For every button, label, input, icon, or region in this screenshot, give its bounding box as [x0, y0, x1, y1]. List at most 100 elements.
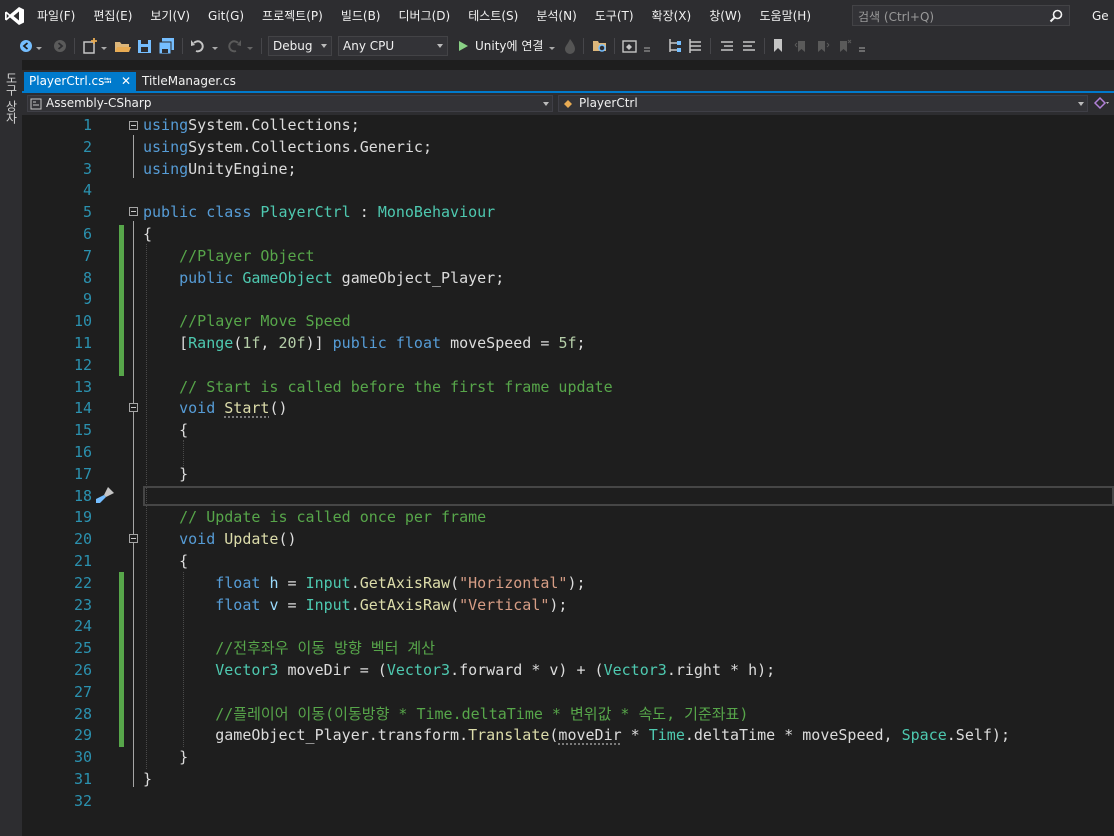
- find-in-files-icon[interactable]: [592, 37, 608, 55]
- redo-icon[interactable]: [226, 37, 242, 55]
- code-line[interactable]: 21 {: [0, 550, 1114, 572]
- dropdown-arrow-icon[interactable]: [212, 37, 218, 55]
- attach-unity-button[interactable]: Unity에 연결: [475, 32, 543, 60]
- play-icon[interactable]: [457, 37, 469, 55]
- dropdown-arrow-icon[interactable]: [247, 37, 253, 55]
- save-icon[interactable]: [137, 37, 153, 55]
- code-line[interactable]: 14 void Start(): [0, 397, 1114, 419]
- code-token: );: [549, 596, 568, 614]
- menu-item[interactable]: 테스트(S): [459, 0, 527, 32]
- new-project-icon[interactable]: [82, 37, 98, 55]
- code-line[interactable]: 10 //Player Move Speed: [0, 310, 1114, 332]
- line-code: //전후좌우 이동 방향 벡터 계산: [143, 637, 435, 659]
- type-select[interactable]: PlayerCtrl: [558, 95, 1088, 112]
- code-line[interactable]: 29 gameObject_Player.transform.Translate…: [0, 724, 1114, 746]
- comment-lines-icon[interactable]: [720, 37, 734, 55]
- code-line[interactable]: 2 usingSystem.Collections.Generic;: [0, 136, 1114, 158]
- code-token: .right * h);: [666, 661, 776, 679]
- code-line[interactable]: 26 Vector3 moveDir = (Vector3.forward * …: [0, 659, 1114, 681]
- code-token: Translate: [468, 726, 550, 744]
- menu-item[interactable]: 편집(E): [84, 0, 141, 32]
- solution-configuration-select[interactable]: Debug: [268, 36, 332, 56]
- menu-item[interactable]: 도구(T): [586, 0, 643, 32]
- code-line[interactable]: 3 usingUnityEngine;: [0, 158, 1114, 180]
- code-token: // Start is called before the first fram…: [179, 378, 613, 396]
- code-line[interactable]: 8 public GameObject gameObject_Player;: [0, 267, 1114, 289]
- clear-bookmarks-icon[interactable]: [838, 37, 852, 55]
- code-line[interactable]: 18: [0, 485, 1114, 507]
- code-line[interactable]: 32: [0, 790, 1114, 812]
- project-select[interactable]: Assembly-CSharp: [27, 95, 553, 112]
- code-line[interactable]: 20 void Update(): [0, 528, 1114, 550]
- code-line[interactable]: 12: [0, 354, 1114, 376]
- menu-item[interactable]: 창(W): [700, 0, 750, 32]
- code-line[interactable]: 4: [0, 179, 1114, 201]
- code-line[interactable]: 1 usingSystem.Collections;: [0, 114, 1114, 136]
- back-icon[interactable]: [18, 37, 34, 55]
- previous-bookmark-icon[interactable]: [794, 37, 808, 55]
- code-line[interactable]: 30 }: [0, 746, 1114, 768]
- class-view-icon[interactable]: [688, 37, 704, 55]
- menu-item[interactable]: 파일(F): [28, 0, 84, 32]
- bookmark-icon[interactable]: [772, 37, 784, 55]
- code-line[interactable]: 6{: [0, 223, 1114, 245]
- menu-item[interactable]: Git(G): [199, 0, 253, 32]
- uncomment-lines-icon[interactable]: [742, 37, 756, 55]
- code-line[interactable]: 27: [0, 681, 1114, 703]
- solution-platform-select[interactable]: Any CPU: [338, 36, 448, 56]
- code-line[interactable]: 11 [Range(1f, 20f)] public float moveSpe…: [0, 332, 1114, 354]
- next-bookmark-icon[interactable]: [816, 37, 830, 55]
- close-icon[interactable]: ✕: [121, 72, 131, 91]
- code-line[interactable]: 31}: [0, 768, 1114, 790]
- tab-playerctrl[interactable]: PlayerCtrl.cs ⭾ ✕: [24, 72, 136, 91]
- dropdown-arrow-icon[interactable]: [643, 37, 651, 55]
- search-input[interactable]: 검색 (Ctrl+Q): [852, 5, 1070, 26]
- step-into-icon[interactable]: [667, 37, 683, 55]
- code-line[interactable]: 19 // Update is called once per frame: [0, 506, 1114, 528]
- pin-icon[interactable]: ⭾: [104, 72, 112, 91]
- solution-explorer-icon[interactable]: [622, 37, 638, 55]
- menu-item[interactable]: 프로젝트(P): [253, 0, 332, 32]
- collapse-toggle-icon[interactable]: [129, 403, 138, 412]
- tab-titlemanager[interactable]: TitleManager.cs: [138, 72, 240, 91]
- code-line[interactable]: 17 }: [0, 463, 1114, 485]
- member-select-icon[interactable]: [1093, 96, 1109, 110]
- code-line[interactable]: 16: [0, 441, 1114, 463]
- code-line[interactable]: 25 //전후좌우 이동 방향 벡터 계산: [0, 637, 1114, 659]
- menu-item[interactable]: 분석(N): [527, 0, 585, 32]
- dropdown-arrow-icon[interactable]: [549, 37, 555, 55]
- save-all-icon[interactable]: [158, 37, 176, 55]
- code-token: GetAxisRaw: [359, 596, 451, 614]
- code-line[interactable]: 7 //Player Object: [0, 245, 1114, 267]
- toolbar-overflow-icon[interactable]: [858, 37, 866, 55]
- code-line[interactable]: 5 public class PlayerCtrl : MonoBehaviour: [0, 201, 1114, 223]
- collapse-toggle-icon[interactable]: [129, 534, 138, 543]
- menu-item[interactable]: 빌드(B): [332, 0, 390, 32]
- collapse-toggle-icon[interactable]: [129, 207, 138, 216]
- menu-item[interactable]: 디버그(D): [390, 0, 460, 32]
- line-number: 31: [73, 770, 92, 788]
- code-line[interactable]: 23 float v = Input.GetAxisRaw("Vertical"…: [0, 594, 1114, 616]
- visual-studio-logo-icon[interactable]: [4, 5, 26, 27]
- collapse-toggle-icon[interactable]: [129, 121, 138, 130]
- open-folder-icon[interactable]: [114, 37, 132, 55]
- menu-overflow-text[interactable]: Ge: [1092, 0, 1109, 32]
- code-token: void: [179, 399, 225, 417]
- code-line[interactable]: 24: [0, 615, 1114, 637]
- code-line[interactable]: 15 {: [0, 419, 1114, 441]
- menu-item[interactable]: 보기(V): [141, 0, 199, 32]
- code-token: float: [215, 574, 270, 592]
- hot-reload-icon[interactable]: [563, 37, 577, 55]
- line-code: Vector3 moveDir = (Vector3.forward * v) …: [143, 659, 775, 681]
- dropdown-arrow-icon[interactable]: [36, 37, 42, 55]
- line-number: 19: [73, 508, 92, 526]
- undo-icon[interactable]: [190, 37, 206, 55]
- code-line[interactable]: 9: [0, 288, 1114, 310]
- menu-item[interactable]: 확장(X): [643, 0, 701, 32]
- dropdown-arrow-icon[interactable]: [101, 37, 107, 55]
- menu-item[interactable]: 도움말(H): [751, 0, 821, 32]
- code-line[interactable]: 28 //플레이어 이동(이동방향 * Time.deltaTime * 변위값…: [0, 703, 1114, 725]
- code-line[interactable]: 13 // Start is called before the first f…: [0, 376, 1114, 398]
- code-line[interactable]: 22 float h = Input.GetAxisRaw("Horizonta…: [0, 572, 1114, 594]
- forward-icon[interactable]: [52, 37, 68, 55]
